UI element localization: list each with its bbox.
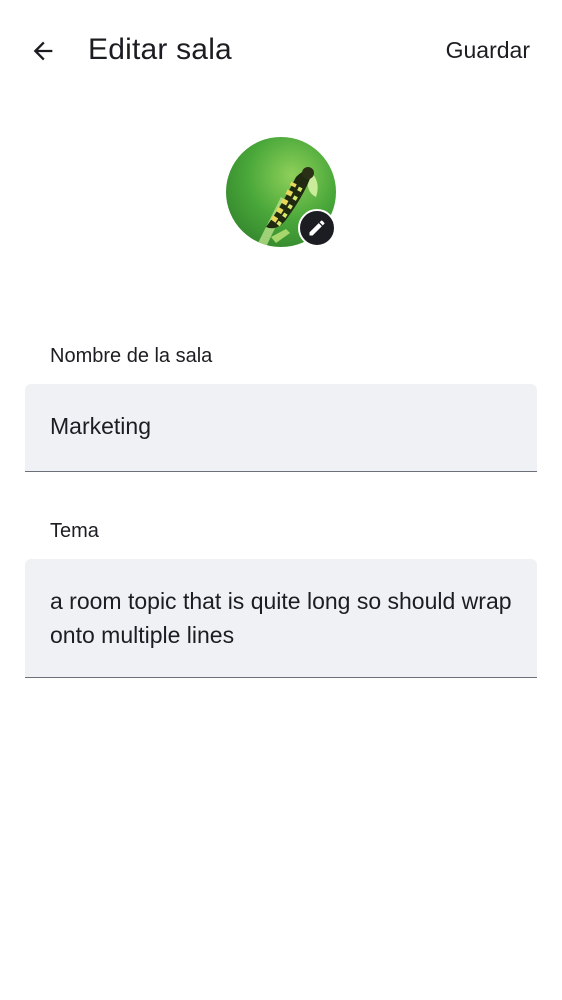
- pencil-icon: [309, 220, 325, 236]
- arrow-left-icon: [33, 41, 53, 61]
- topic-value: a room topic that is quite long so shoul…: [50, 588, 512, 648]
- topic-input[interactable]: a room topic that is quite long so shoul…: [25, 559, 537, 678]
- back-button[interactable]: [22, 30, 64, 72]
- room-avatar-container: [226, 137, 338, 249]
- top-app-bar: Editar sala Guardar: [0, 0, 562, 100]
- room-name-value: Marketing: [50, 413, 151, 439]
- room-name-label: Nombre de la sala: [50, 345, 213, 367]
- room-name-input[interactable]: Marketing: [25, 384, 537, 472]
- edit-avatar-button[interactable]: [298, 209, 336, 247]
- save-button[interactable]: Guardar: [446, 35, 530, 65]
- page-title: Editar sala: [88, 33, 232, 66]
- topic-label: Tema: [50, 520, 99, 542]
